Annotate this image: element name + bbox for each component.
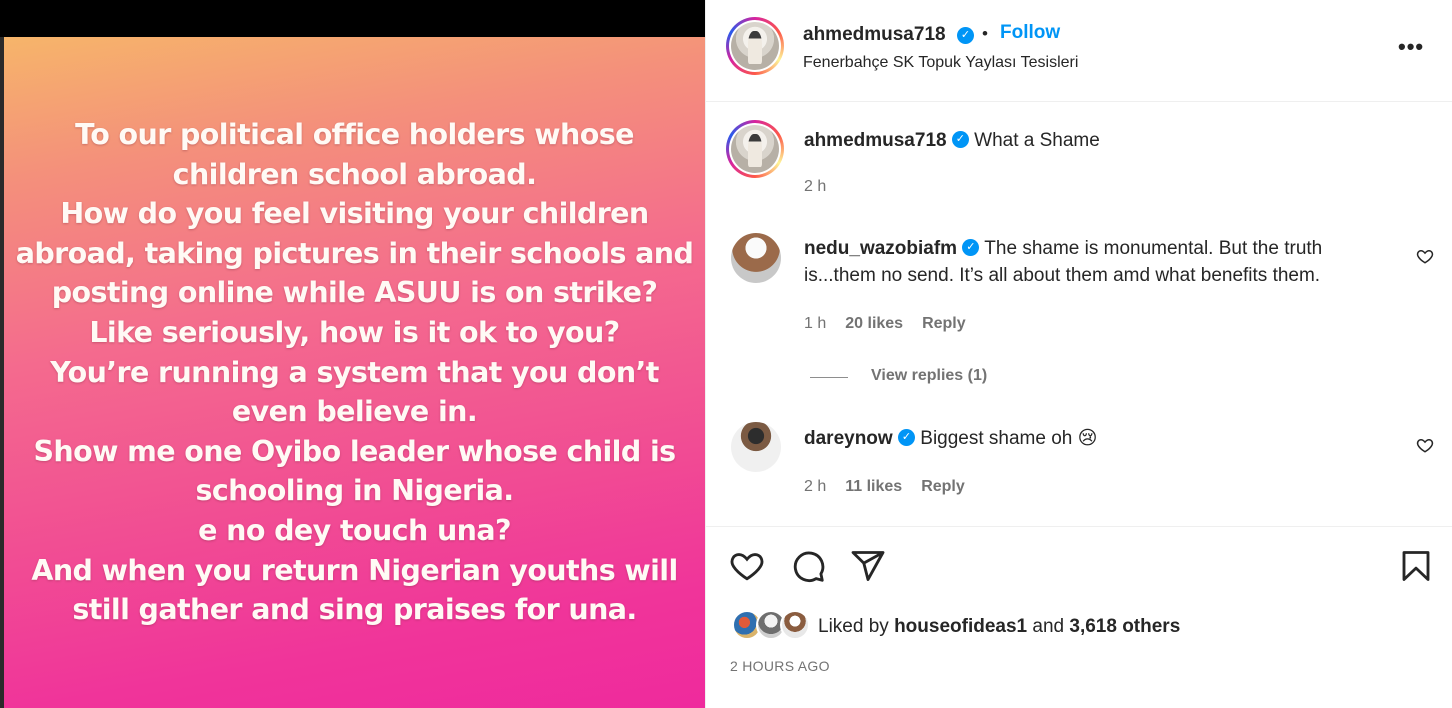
- replies-divider: [810, 377, 848, 378]
- comment-like-heart-icon[interactable]: [1416, 247, 1434, 265]
- story-line: posting online while ASUU is on strike?: [51, 276, 658, 310]
- follow-button[interactable]: Follow: [1000, 22, 1060, 44]
- commenter-avatar[interactable]: [731, 233, 781, 283]
- heart-icon[interactable]: [729, 548, 765, 584]
- post-sidebar: ahmedmusa718 ✓ • Follow Fenerbahçe SK To…: [705, 0, 1452, 708]
- post-image[interactable]: To our political office holders whose ch…: [4, 37, 705, 708]
- caption-text: What a Shame: [974, 130, 1100, 151]
- liked-by-prefix: Liked by: [818, 616, 889, 637]
- comment-username[interactable]: nedu_wazobiafm: [804, 238, 957, 259]
- comment-username[interactable]: dareynow: [804, 428, 893, 449]
- share-icon[interactable]: [850, 548, 886, 584]
- story-line: And when you return Nigerian youths will: [31, 553, 678, 587]
- liked-by-and: and: [1032, 616, 1065, 637]
- comment-meta: 2 h 11 likes Reply: [804, 478, 965, 496]
- commenter-avatar[interactable]: [731, 422, 781, 472]
- liker-avatar: [780, 610, 810, 640]
- likes-count[interactable]: 3,618 others: [1069, 616, 1180, 637]
- verified-badge-icon: ✓: [962, 239, 980, 257]
- caption-time: 2 h: [804, 178, 827, 195]
- comment-line: nedu_wazobiafm ✓ The shame is monumental…: [804, 238, 1322, 260]
- view-replies-button[interactable]: View replies (1): [871, 367, 987, 385]
- caption-username[interactable]: ahmedmusa718: [804, 130, 947, 151]
- post-media: To our political office holders whose ch…: [0, 0, 705, 708]
- author-avatar[interactable]: [726, 17, 784, 75]
- post-actions: Liked by houseofideas1 and 3,618 others …: [706, 526, 1452, 708]
- comment-like-heart-icon[interactable]: [1416, 436, 1434, 454]
- story-line: still gather and sing praises for una.: [72, 593, 637, 627]
- story-line: abroad, taking pictures in their schools…: [15, 236, 694, 270]
- verified-badge-icon: ✓: [897, 429, 915, 447]
- post-timestamp[interactable]: 2 HOURS AGO: [730, 658, 830, 674]
- verified-badge-icon: ✓: [951, 131, 969, 149]
- more-options-icon[interactable]: •••: [1398, 34, 1424, 60]
- media-top-bar: [0, 0, 705, 37]
- post-location[interactable]: Fenerbahçe SK Topuk Yaylası Tesisleri: [803, 54, 1078, 72]
- comment-line: dareynow ✓ Biggest shame oh 😢: [804, 427, 1097, 450]
- story-text: To our political office holders whose ch…: [4, 115, 705, 630]
- comment-text-continued: is...them no send. It’s all about them a…: [804, 265, 1321, 286]
- story-line: children school abroad.: [172, 157, 537, 191]
- story-line: schooling in Nigeria.: [195, 474, 514, 508]
- caption-avatar[interactable]: [726, 120, 784, 178]
- comment-time: 2 h: [804, 478, 827, 495]
- author-username[interactable]: ahmedmusa718: [803, 24, 946, 46]
- story-line: To our political office holders whose: [75, 118, 634, 151]
- separator-dot: •: [982, 24, 988, 43]
- comment-time: 1 h: [804, 315, 827, 332]
- liked-by-text: Liked by houseofideas1 and 3,618 others: [818, 616, 1180, 638]
- comment-text: Biggest shame oh 😢: [920, 428, 1098, 449]
- post-header: ahmedmusa718 ✓ • Follow Fenerbahçe SK To…: [706, 0, 1452, 102]
- story-line: You’re running a system that you don’t: [50, 355, 659, 389]
- story-line: Show me one Oyibo leader whose child is: [33, 434, 676, 468]
- liked-by-user[interactable]: houseofideas1: [894, 616, 1027, 637]
- comment-text: The shame is monumental. But the truth: [984, 238, 1323, 259]
- story-line: even believe in.: [231, 395, 478, 429]
- verified-badge-icon: ✓: [957, 27, 974, 44]
- story-line: How do you feel visiting your children: [60, 197, 649, 231]
- reply-button[interactable]: Reply: [922, 315, 966, 332]
- comment-likes[interactable]: 20 likes: [845, 315, 903, 332]
- comments-list: ahmedmusa718 ✓ What a Shame 2 h nedu_waz…: [706, 102, 1452, 526]
- comment-icon[interactable]: [790, 548, 826, 584]
- story-line: e no dey touch una?: [198, 513, 511, 547]
- comment-meta: 1 h 20 likes Reply: [804, 315, 966, 333]
- reply-button[interactable]: Reply: [921, 478, 965, 495]
- bookmark-icon[interactable]: [1398, 548, 1434, 584]
- story-line: Like seriously, how is it ok to you?: [89, 315, 620, 349]
- caption-line: ahmedmusa718 ✓ What a Shame: [804, 130, 1100, 152]
- comment-likes[interactable]: 11 likes: [845, 478, 902, 495]
